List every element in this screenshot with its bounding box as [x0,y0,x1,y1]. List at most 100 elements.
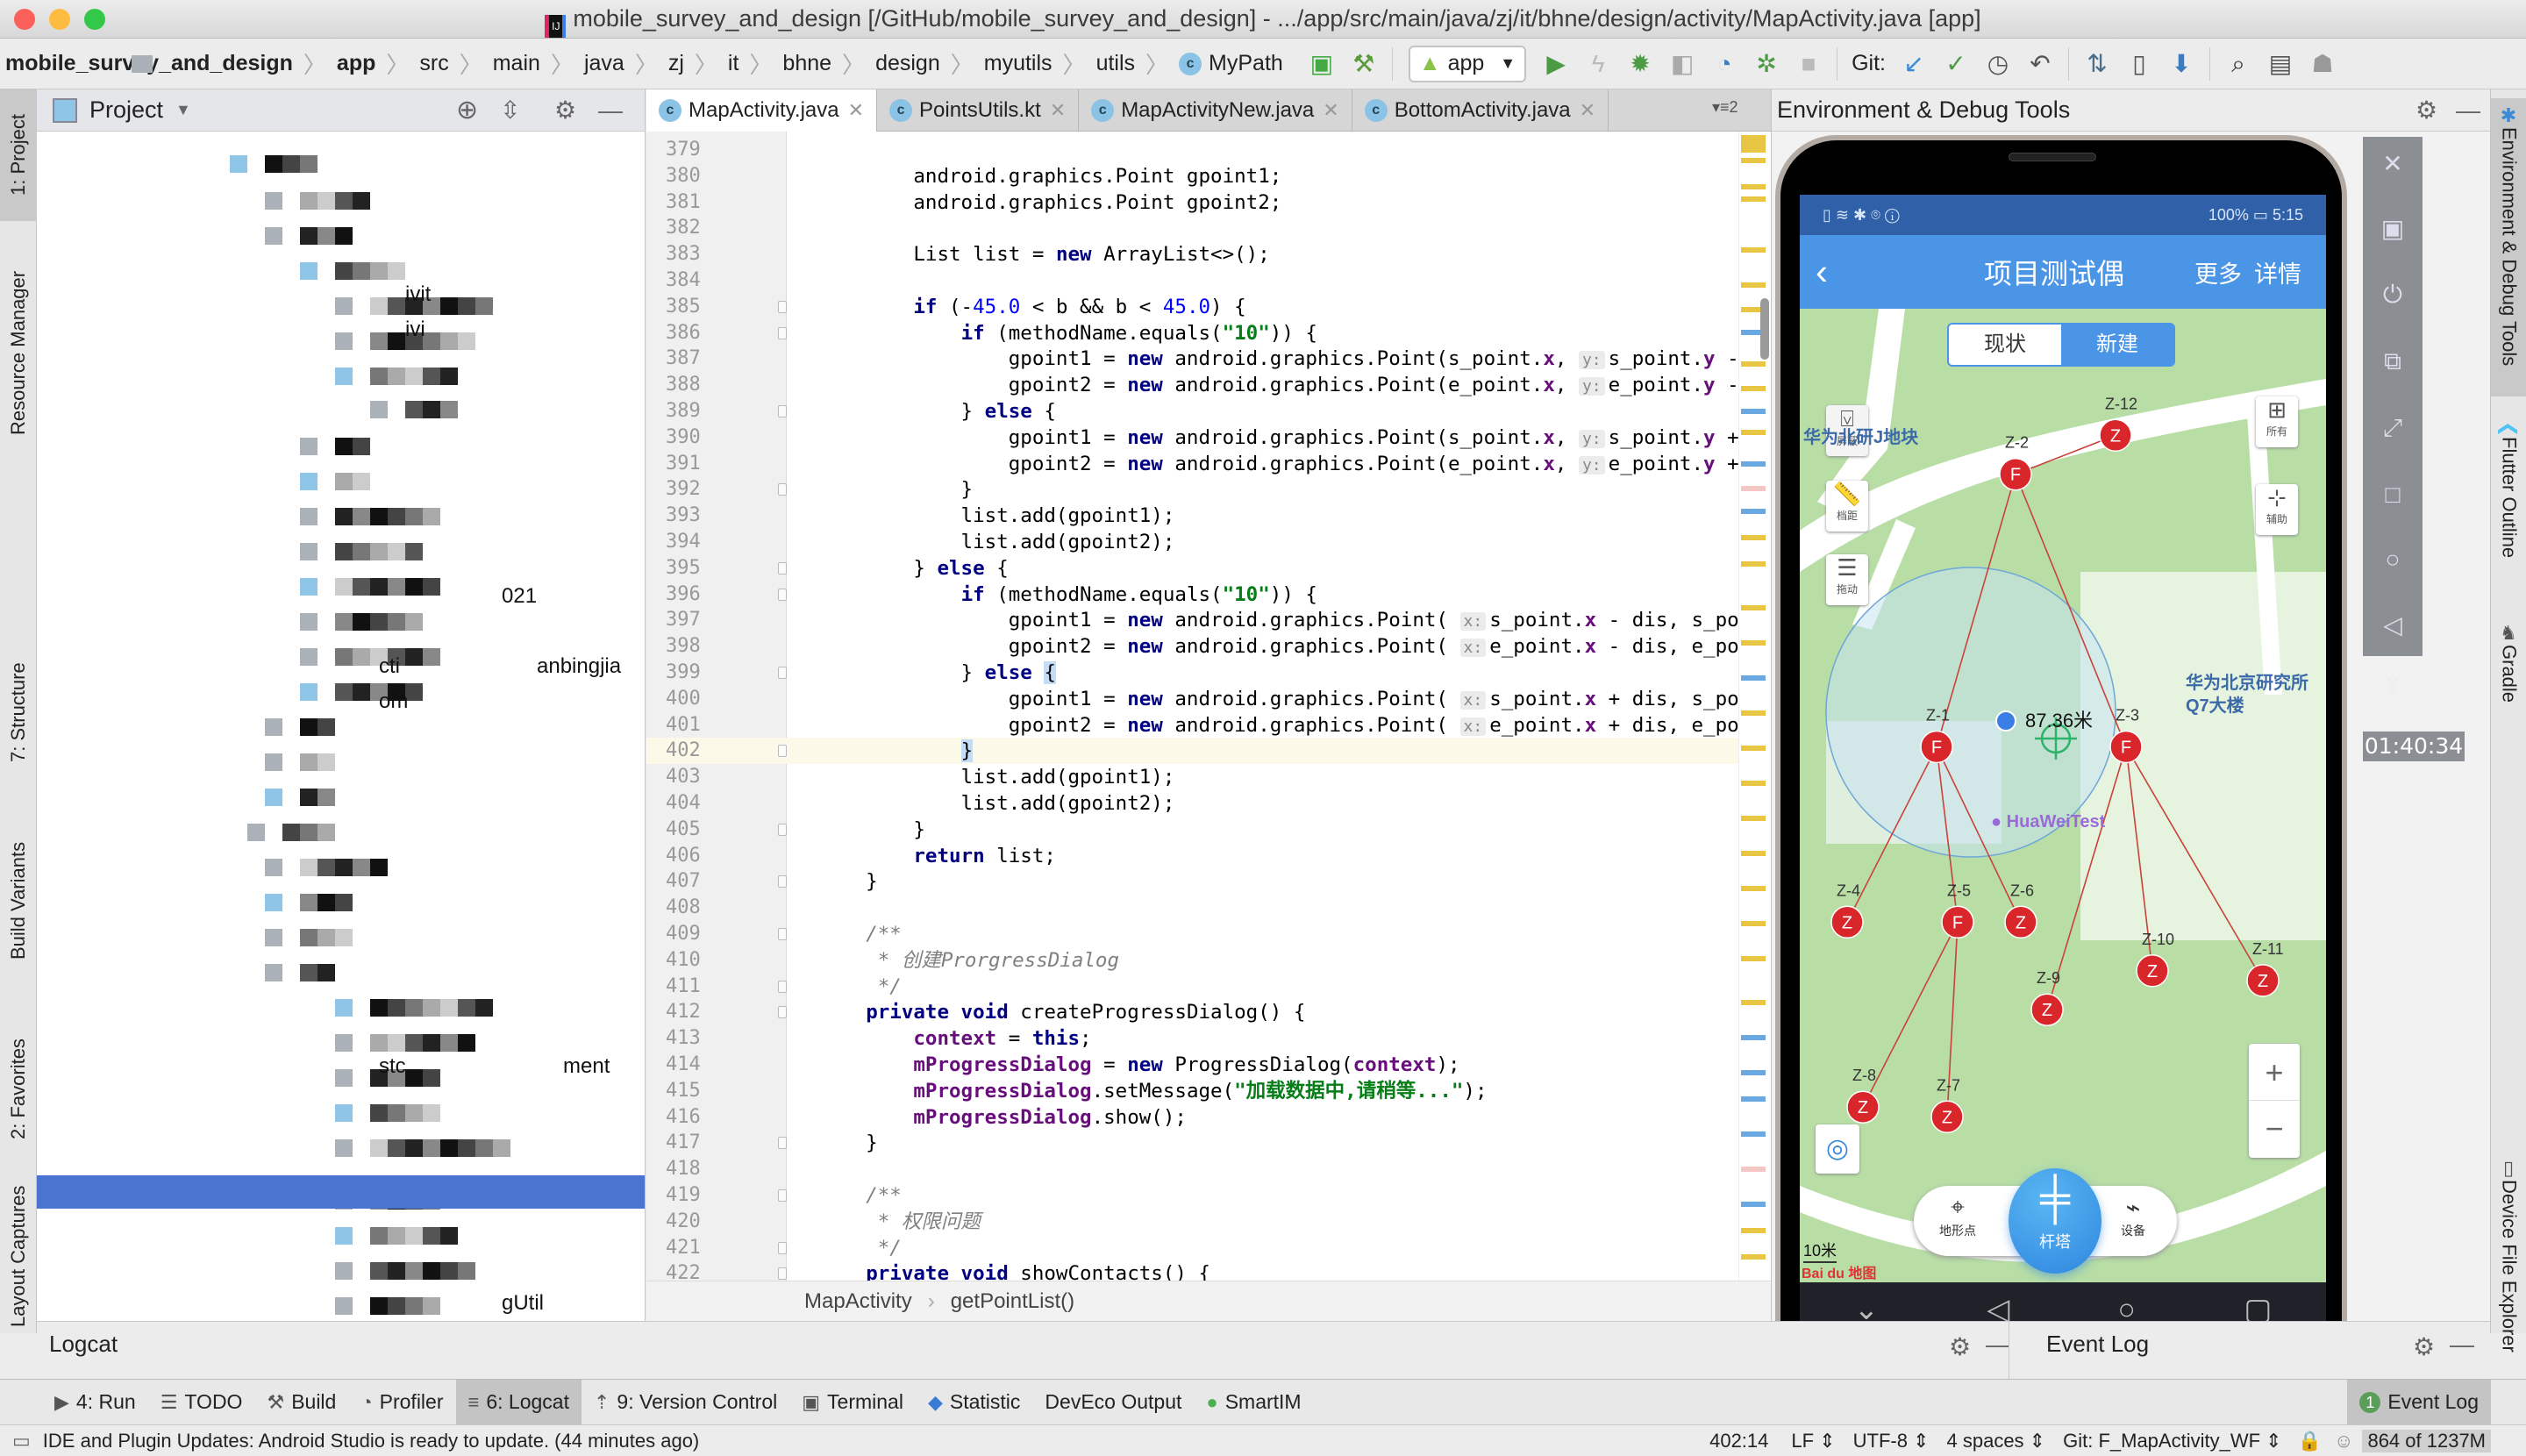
more-button[interactable]: 更多 [2194,255,2242,289]
project-tree-row[interactable] [37,609,645,635]
tool-tab-layout-captures[interactable]: Layout Captures [0,1177,37,1335]
error-stripe-mark[interactable] [1741,386,1766,391]
code-line[interactable]: android.graphics.Point gpoint2; [818,189,1281,216]
code-line[interactable]: private void showContacts() { [818,1260,1210,1281]
project-tree-row[interactable] [37,1030,645,1056]
error-stripe-mark[interactable] [1741,1070,1766,1075]
error-stripe-mark[interactable] [1741,710,1766,716]
git-revert-icon[interactable]: ↶ [2024,48,2056,80]
error-stripe-mark[interactable] [1741,921,1766,926]
code-line[interactable]: */ [818,974,902,1000]
code-line[interactable]: if (-45.0 < b && b < 45.0) { [818,294,1245,320]
code-line[interactable]: context = this; [818,1025,1091,1052]
code-line[interactable]: * 创建ProrgressDialog [818,947,1119,974]
code-line[interactable]: list.add(gpoint1); [818,503,1175,529]
project-tree-row[interactable] [37,468,645,495]
error-stripe-mark[interactable] [1741,1167,1766,1172]
git-update-icon[interactable]: ↙ [1898,48,1930,80]
code-line[interactable]: if (methodName.equals("10")) { [818,320,1317,346]
project-tree-row[interactable] [37,924,645,951]
tool-tab-structure[interactable]: 7: Structure [0,633,37,791]
fold-marker-icon[interactable] [778,326,787,339]
code-line[interactable]: return list; [818,843,1056,869]
git-branch-select[interactable]: Git: F_MapActivity_WF ⇕ [2063,1430,2281,1452]
project-tree-row[interactable] [37,889,645,916]
tool-window-button[interactable]: ● SmartIM [1194,1380,1313,1425]
drag-tool-button[interactable]: ☰ 拖动 [1826,554,1868,605]
breadcrumb-item[interactable]: main 〉 [132,47,579,80]
inspector-icon[interactable]: ☺ [2334,1430,2353,1452]
square-icon[interactable]: □ [2363,481,2423,509]
map-canvas[interactable]: ZZ-12FZ-2FZ-1FZ-3ZZ-4FZ-5ZZ-6ZZ-9 ZZ-10ZZ… [1800,309,2326,1282]
assist-tool-button[interactable]: ⊹ 辅助 [2256,484,2298,535]
fold-marker-icon[interactable] [778,405,787,418]
tool-tab-device-file-explorer[interactable]: ▯ Device File Explorer [2491,1151,2526,1379]
back-icon[interactable]: ◁ [2363,610,2423,639]
debug-attach-icon[interactable]: ✲ [1751,48,1782,80]
error-stripe-mark[interactable] [1741,535,1766,540]
error-stripe-mark[interactable] [1741,1254,1766,1260]
error-stripe-mark[interactable] [1741,746,1766,751]
project-tree-row[interactable] [37,258,645,284]
all-tool-button[interactable]: ⊞ 所有 [2256,396,2298,447]
toggle-tool-windows-icon[interactable]: ▭ [12,1430,31,1452]
poi-label[interactable]: ● HuaWeiTest [1991,812,2105,832]
fold-marker-icon[interactable] [778,1137,787,1150]
build-hammer-icon[interactable]: ⚒ [1348,48,1380,80]
error-stripe-mark[interactable] [1741,196,1766,202]
close-tab-icon[interactable]: ✕ [1323,99,1338,122]
project-tree-row[interactable] [37,539,645,565]
editor-breadcrumb-method[interactable]: getPointList() [951,1289,1074,1314]
tool-window-button[interactable]: DevEco Output [1032,1380,1194,1425]
project-tree-row[interactable] [37,1293,645,1319]
fold-marker-icon[interactable] [778,1189,787,1202]
tower-button[interactable]: ╪ 杆塔 [2009,1168,2101,1274]
profile-icon[interactable]: ◔ [1709,48,1740,80]
error-stripe-mark[interactable] [1741,781,1766,786]
breadcrumb-item[interactable]: myutils 〉 [132,47,1091,80]
poi-label[interactable]: 华为北京研究所 [2186,668,2308,694]
error-stripe-mark[interactable] [1741,430,1766,435]
breadcrumb-item[interactable]: app 〉 [132,47,414,80]
tool-tab-project[interactable]: 1: Project [0,89,37,221]
git-history-icon[interactable]: ◷ [1982,48,2014,80]
code-line[interactable]: } else { [818,660,1056,686]
project-tree-row[interactable] [37,995,645,1021]
encoding-select[interactable]: UTF-8 ⇕ [1853,1430,1930,1452]
git-commit-icon[interactable]: ✓ [1940,48,1972,80]
fold-marker-icon[interactable] [778,561,787,575]
close-icon[interactable]: ✕ [2363,149,2423,178]
status-message[interactable]: IDE and Plugin Updates: Android Studio i… [43,1430,699,1452]
home-icon[interactable]: ○ [2363,546,2423,574]
code-line[interactable]: mProgressDialog.setMessage("加载数据中,请稍等...… [818,1078,1487,1104]
gear-icon[interactable]: ⚙ [554,96,576,125]
poi-label[interactable]: 华为北研J地块 [1803,423,1918,448]
project-tree-row[interactable] [37,679,645,705]
collapse-all-icon[interactable]: ⇳ [500,96,520,125]
error-stripe-mark[interactable] [1741,851,1766,856]
project-tree-row[interactable] [37,784,645,810]
tool-window-button[interactable]: ◔ Profiler [348,1380,455,1425]
error-stripe-mark[interactable] [1741,184,1766,189]
code-line[interactable]: mProgressDialog = new ProgressDialog(con… [818,1052,1459,1078]
tool-window-button[interactable]: ▣ Terminal [789,1380,916,1425]
code-line[interactable]: gpoint1 = new android.graphics.Point(s_p… [818,425,1738,451]
hide-panel-icon[interactable]: — [598,96,623,125]
tool-window-button[interactable]: ☰ TODO [148,1380,255,1425]
error-stripe-mark[interactable] [1741,461,1766,467]
error-stripe-mark[interactable] [1741,1228,1766,1233]
breadcrumb-item[interactable]: it 〉 [132,47,778,80]
error-stripe-mark[interactable] [1741,509,1766,514]
power-icon[interactable]: ⏻ [2363,281,2423,310]
error-stripe-mark[interactable] [1741,1000,1766,1005]
project-tree-row[interactable] [37,854,645,881]
code-line[interactable]: } [818,868,878,895]
error-stripe-mark[interactable] [1741,886,1766,891]
editor-scrollbar-thumb[interactable] [1760,298,1769,360]
tab-overflow-button[interactable]: ▾≡2 [1712,98,1738,117]
terrain-point-button[interactable]: ⌖ 地形点 [1931,1193,1984,1239]
map-view[interactable]: Z Z-12 F Z-2 F Z-1 F Z-3 Z Z-4 F Z-5 Z Z-6 Z Z-9 Z Z-10 Z Z… [1800,309,2326,1282]
close-tab-icon[interactable]: ✕ [1050,99,1066,122]
code-line[interactable]: gpoint2 = new android.graphics.Point(e_p… [818,451,1738,477]
editor-tab[interactable]: c BottomActivity.java ✕ [1352,89,1609,132]
